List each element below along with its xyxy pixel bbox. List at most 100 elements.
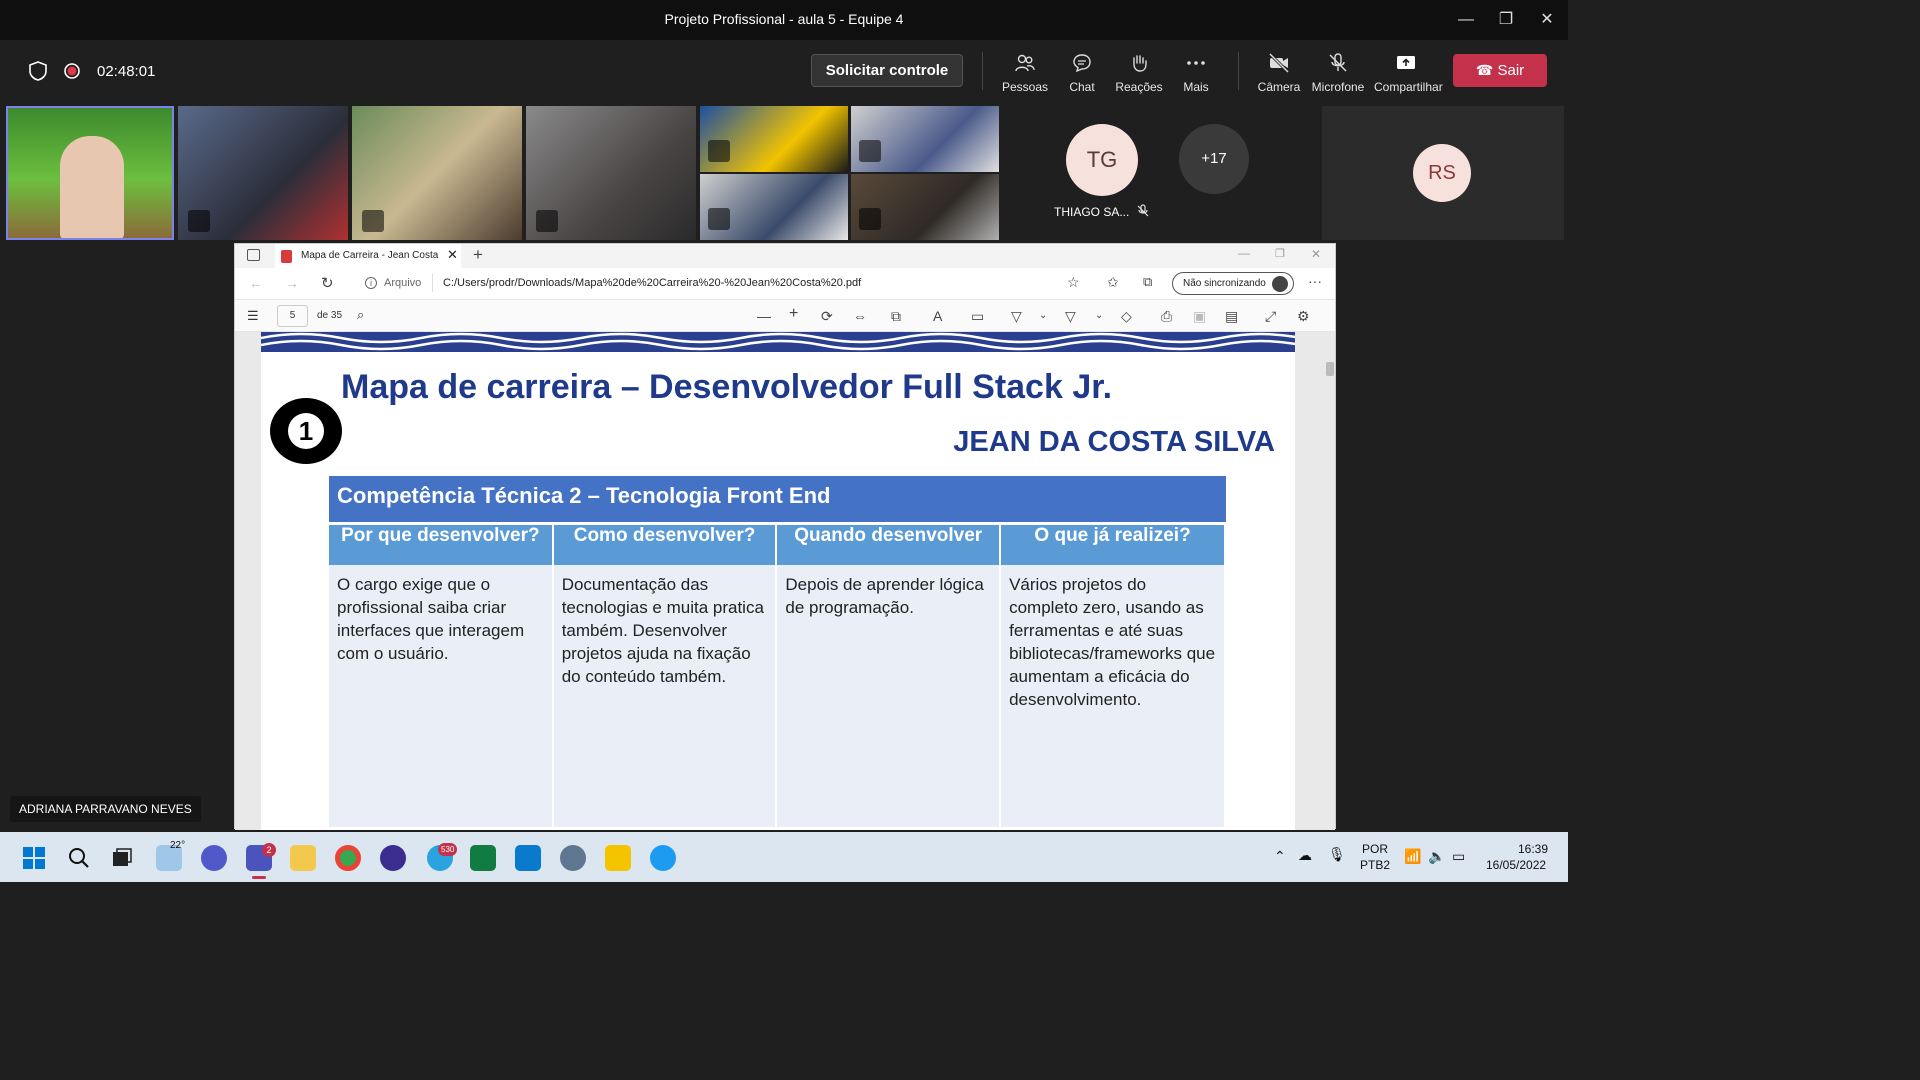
chevron-up-icon[interactable]: ⌃ [1274,848,1286,865]
settings-icon[interactable] [560,845,586,871]
draw-icon[interactable]: ▽ [1011,308,1022,325]
contents-icon[interactable]: ☰ [247,308,259,324]
leave-button[interactable]: ☎ Sair [1453,54,1547,87]
highlight-icon[interactable]: ▽ [1065,308,1076,325]
chat-label: Chat [1069,80,1095,94]
video-tile-presenter[interactable] [6,106,174,240]
page-view-icon[interactable]: ⧉ [891,308,901,325]
search-icon[interactable] [67,846,91,870]
participant-name: THIAGO SA... [1054,205,1130,219]
browser-tab[interactable]: Mapa de Carreira - Jean Costa .p ✕ [275,244,461,268]
pdf-viewport[interactable]: 1 Mapa de carreira – Desenvolvedor Full … [235,332,1335,830]
new-tab-icon[interactable]: + [473,245,483,265]
keyboard-layout-label[interactable]: PTB2 [1360,858,1390,872]
text-box-icon[interactable]: ▭ [971,308,984,325]
microphone-button[interactable]: Microfone [1308,50,1368,96]
request-control-button[interactable]: Solicitar controle [811,54,963,87]
video-tile[interactable] [700,174,848,240]
wifi-icon[interactable]: 📶 [1404,848,1421,865]
volume-icon[interactable]: 🔈 [1428,848,1445,865]
app-icon[interactable] [380,845,406,871]
fullscreen-icon[interactable]: ⤢ [1265,308,1276,325]
reactions-button[interactable]: Reações [1109,50,1169,96]
more-button[interactable]: Mais [1166,50,1226,96]
microphone-off-icon[interactable]: 🎙 [1328,846,1346,863]
clock-time[interactable]: 16:39 [1518,842,1548,856]
language-label[interactable]: POR [1362,842,1388,856]
vscode-icon[interactable] [515,845,541,871]
back-icon[interactable]: ← [249,275,263,291]
restore-icon[interactable]: ❐ [1275,247,1285,260]
scrollbar-thumb[interactable] [1326,362,1334,376]
video-tile[interactable] [526,106,696,240]
chevron-down-icon[interactable]: ⌄ [1039,310,1047,321]
more-participants-badge[interactable]: +17 [1179,124,1249,194]
close-icon[interactable]: ✕ [1535,8,1559,32]
zoom-out-icon[interactable]: — [757,308,771,324]
clock-date[interactable]: 16/05/2022 [1486,858,1546,872]
video-tile[interactable] [851,106,999,172]
video-tile[interactable] [700,106,848,172]
save-icon[interactable]: ▣ [1193,308,1206,325]
avatar-tg[interactable]: TG [1066,124,1138,196]
profile-avatar [1272,276,1288,292]
windows-start-icon[interactable] [22,846,46,870]
search-icon[interactable]: ⌕ [357,307,364,323]
minimize-icon[interactable]: — [1238,246,1250,260]
onedrive-icon[interactable]: ☁ [1298,847,1312,864]
share-button[interactable]: Compartilhar [1374,50,1443,96]
column-header: Por que desenvolver? [329,525,554,565]
chrome-icon[interactable] [335,845,361,871]
leave-label: Sair [1497,62,1525,79]
muted-mic-icon [362,210,384,232]
shield-icon[interactable] [27,60,49,82]
page-number-input[interactable]: 5 [277,305,308,327]
read-aloud-icon[interactable]: A [933,308,942,324]
video-tile[interactable] [851,174,999,240]
edge-icon[interactable] [650,845,676,871]
camera-button[interactable]: Câmera [1249,50,1309,96]
people-button[interactable]: Pessoas [995,50,1055,96]
tab-close-icon[interactable]: ✕ [447,247,458,263]
muted-mic-icon [1137,204,1149,217]
eraser-icon[interactable]: ◇ [1121,308,1132,325]
column-header: Quando desenvolver [776,525,1002,565]
hangup-icon: ☎ [1475,62,1494,78]
rotate-icon[interactable]: ⟳ [821,308,833,325]
minimize-icon[interactable]: — [1454,8,1478,32]
gear-icon[interactable]: ⚙ [1297,308,1310,325]
sync-status-button[interactable]: Não sincronizando [1172,272,1294,295]
info-icon[interactable]: i [365,277,377,289]
column-header: Como desenvolver? [552,525,778,565]
video-tile-rs[interactable]: RS [1322,106,1564,240]
battery-icon[interactable]: ▭ [1452,848,1465,865]
collections-icon[interactable]: ⧉ [1143,274,1152,290]
participant-video [60,136,124,238]
people-icon [1015,54,1035,72]
close-icon[interactable]: ✕ [1311,247,1321,261]
section-title: Competência Técnica 2 – Tecnologia Front… [337,483,831,508]
refresh-icon[interactable]: ↻ [321,274,334,292]
zoom-in-icon[interactable]: + [789,305,798,323]
zoom-chat-icon[interactable] [201,845,227,871]
add-favorite-icon[interactable]: ☆ [1067,274,1080,291]
meeting-timer: 02:48:01 [97,63,156,80]
favorites-icon[interactable]: ✩ [1107,274,1119,291]
fit-page-icon[interactable]: ⇔ [853,308,867,324]
restore-icon[interactable]: ❐ [1494,8,1518,32]
video-tile[interactable] [178,106,348,240]
settings-more-icon[interactable]: ··· [1308,273,1322,289]
forward-icon[interactable]: → [285,275,299,291]
url-field[interactable]: C:/Users/prodr/Downloads/Mapa%20de%20Car… [443,277,861,289]
chat-button[interactable]: Chat [1052,50,1112,96]
excel-icon[interactable] [470,845,496,871]
task-view-icon[interactable] [110,846,134,870]
video-tile[interactable] [352,106,522,240]
print-icon[interactable]: ⎙ [1161,308,1172,325]
share-icon [1397,56,1415,69]
tab-actions-icon[interactable] [247,249,260,261]
file-explorer-icon[interactable] [290,845,316,871]
chevron-down-icon[interactable]: ⌄ [1095,310,1103,321]
save-as-icon[interactable]: ▤ [1225,308,1238,325]
bing-icon[interactable] [605,845,631,871]
